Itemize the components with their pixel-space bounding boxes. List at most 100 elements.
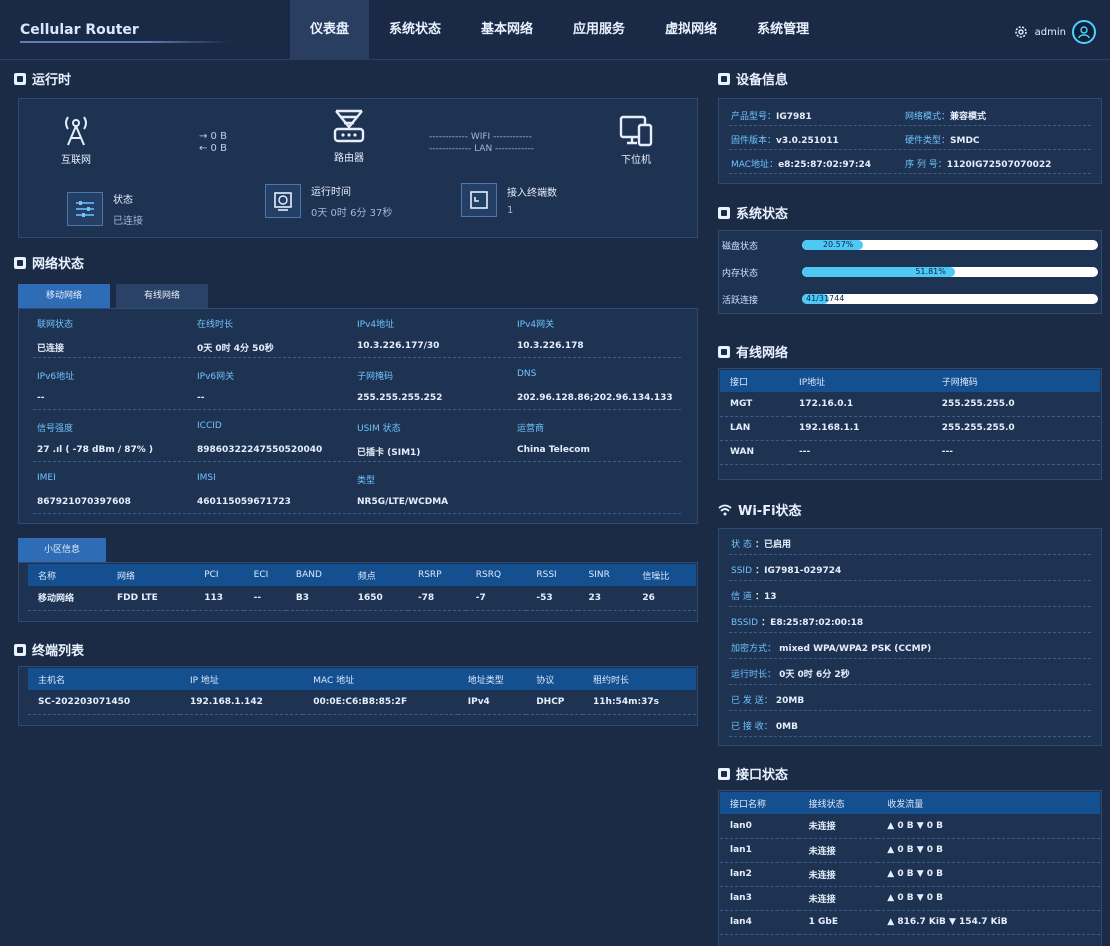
nav-system-status[interactable]: 系统状态 [369,0,461,60]
device-field: 硬件类型：SMDC [905,133,980,146]
top-bar: Cellular Router 仪表盘 系统状态 基本网络 应用服务 虚拟网络 … [0,0,1110,60]
terminals-table: 主机名 IP 地址 MAC 地址 地址类型 协议 租约时长 SC-202203071450… [28,668,696,715]
table-cell: lan2 [720,862,799,887]
username[interactable]: admin [1035,27,1066,38]
field-label: SSID [731,566,753,576]
brand-title: Cellular Router [20,22,139,38]
tab-wired-network[interactable]: 有线网络 [116,284,209,308]
field-label: 加密方式： [731,644,777,654]
ports-table: 接口名称 接线状态 收发流量 lan0 未连接 ▲ 0 B ▼ 0 Blan1 未连接 ▲ … [720,792,1100,935]
table-cell: -53 [526,586,579,611]
field-label: 信号强度 [37,424,74,434]
column-header: 协议 [526,668,584,690]
traffic-info: → 0 B ← 0 B [199,131,227,155]
gear-icon[interactable] [1013,24,1029,40]
field-value: -- [197,393,205,403]
table-cell: 未连接 [798,838,878,863]
table-cell: lan4 [720,910,799,935]
nav-app-services[interactable]: 应用服务 [553,0,645,60]
nav-basic-network[interactable]: 基本网络 [461,0,553,60]
table-cell: lan0 [720,814,799,839]
antenna-icon [65,116,87,146]
nav-system-management[interactable]: 系统管理 [737,0,829,60]
main-nav: 仪表盘 系统状态 基本网络 应用服务 虚拟网络 系统管理 [290,0,829,60]
nav-dashboard[interactable]: 仪表盘 [290,0,370,60]
row-divider [729,125,1091,126]
field-value: 255.255.255.252 [357,393,443,403]
column-header: 接口 [720,370,790,392]
column-header: 接线状态 [798,792,878,814]
lan-link: ------------- LAN ------------ [429,144,535,154]
rx-value: ← 0 B [199,143,227,154]
wifi-field: 状 态 ：已启用 [731,537,791,550]
field-label: IMEI [37,473,56,483]
tab-mobile-network[interactable]: 移动网络 [18,284,111,308]
table-row: WAN --- --- [720,440,1100,465]
table-cell: ▲ 0 B ▼ 0 B [877,814,1100,839]
device-field: 固件版本：v3.0.251011 [731,133,839,146]
row-divider [729,710,1091,711]
internet-node: 互联网 [51,113,101,166]
table-row: LAN 192.168.1.1 255.255.255.0 [720,416,1100,441]
field-label: 信 道 [731,592,752,602]
table-cell: 移动网络 [28,586,108,611]
table-cell: MGT [720,392,790,417]
bar-value: 20.57% [822,240,854,249]
wired-section-title: 有线网络 [718,342,788,361]
tab-cell-info[interactable]: 小区信息 [18,538,107,562]
row-divider [729,658,1091,659]
clock-icon [265,184,301,218]
bar-value: 51.81% [915,267,946,276]
nav-virtual-network[interactable]: 虚拟网络 [645,0,737,60]
table-cell: LAN [720,416,790,441]
field-value: 10.3.226.177/30 [357,341,440,351]
wifi-panel: 状 态 ：已启用 SSID ：IG7981-029724 信 道 ：13 BSSID … [718,528,1102,746]
table-row: lan3 未连接 ▲ 0 B ▼ 0 B [720,886,1100,911]
router-label: 路由器 [334,153,364,164]
table-cell: 255.255.255.0 [931,392,1100,417]
ports-icon [718,767,730,780]
device-field: 网络模式：兼容模式 [905,109,986,122]
table-cell: 23 [578,586,633,611]
cell-table: 名称 网络 PCI ECI BAND 频点 RSRP RSRQ RSSI SINR 信噪比 移动网络… [28,564,696,611]
tx-value: → 0 B [199,131,227,142]
row-divider [729,684,1091,685]
device-info-icon [718,72,730,85]
column-header: IP地址 [789,370,932,392]
sysstatus-title-text: 系统状态 [736,207,789,222]
table-cell: --- [931,440,1100,465]
field-label: 在线时长 [197,320,234,330]
link-info: ------------ WIFI ------------ ---------… [429,131,534,155]
table-cell: ▲ 0 B ▼ 0 B [877,838,1100,863]
field-label: MAC地址： [731,160,779,170]
runtime-title-text: 运行时 [32,73,72,88]
field-value: 1120IG72507070022 [946,160,1052,170]
table-cell: 113 [194,586,244,611]
table-cell: ▲ 0 B ▼ 0 B [877,862,1100,887]
field-value: 0天 0时 6分 2秒 [776,670,850,680]
usage-bar: 活跃连接 41/31744 [718,292,1102,306]
column-header: IP 地址 [179,668,304,690]
device-icon [619,115,653,147]
device-field: MAC地址：e8:25:87:02:97:24 [731,157,871,170]
field-label: ICCID [197,421,222,431]
column-header: 主机名 [28,668,180,690]
avatar[interactable] [1072,20,1096,44]
field-label: 固件版本： [731,136,777,146]
table-cell: -7 [465,586,527,611]
column-header: 收发流量 [877,792,1100,814]
column-header: 网络 [107,564,195,586]
field-label: 运行时长： [731,670,777,680]
column-header: MAC 地址 [303,668,458,690]
row-divider [33,357,681,358]
table-cell: -78 [407,586,466,611]
wired-table: 接口 IP地址 子网掩码 MGT 172.16.0.1 255.255.255.0 LAN… [720,370,1100,465]
bar-track: 20.57% [802,240,1098,250]
ports-title-text: 接口状态 [736,768,789,783]
field-value: 10.3.226.178 [517,341,584,351]
field-label: 类型 [357,476,376,486]
field-value: ：E8:25:87:02:00:18 [758,618,864,628]
cell-tabs: 小区信息 [18,538,112,562]
table-cell: 192.168.1.142 [179,690,304,715]
network-title-text: 网络状态 [32,257,85,272]
